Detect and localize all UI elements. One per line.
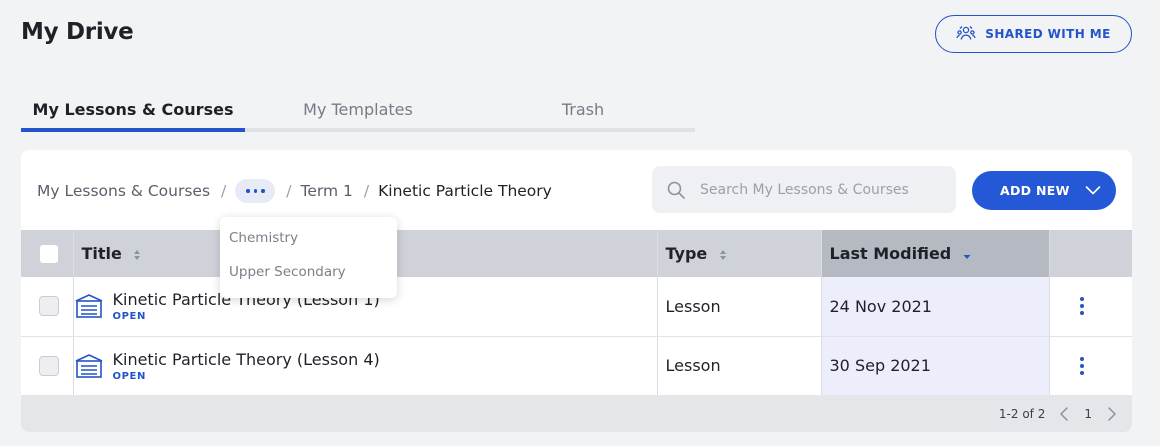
tab-bar: My Lessons & Courses My Templates Trash: [21, 90, 695, 132]
table-header-row: Title Type Last Modified: [21, 230, 1132, 277]
breadcrumb-current: Kinetic Particle Theory: [378, 182, 552, 200]
drive-panel: My Lessons & Courses / / Term 1 / Kineti…: [21, 150, 1132, 432]
type-cell: Lesson: [656, 277, 821, 337]
shared-with-me-label: SHARED WITH ME: [985, 27, 1111, 41]
column-header-type[interactable]: Type: [656, 230, 821, 277]
breadcrumb-menu-item[interactable]: Upper Secondary: [220, 259, 397, 293]
title-cell: Kinetic Particle Theory (Lesson 4) OPEN: [72, 336, 657, 396]
shared-with-me-button[interactable]: SHARED WITH ME: [935, 15, 1132, 53]
page-title: My Drive: [21, 19, 134, 45]
select-all-checkbox[interactable]: [39, 243, 59, 264]
select-all-cell: [21, 230, 73, 277]
row-select-cell: [21, 277, 73, 337]
breadcrumb-separator: /: [221, 182, 227, 200]
column-header-last-modified-label: Last Modified: [829, 244, 952, 263]
people-share-icon: [956, 26, 976, 40]
modified-cell: 30 Sep 2021: [820, 336, 1049, 396]
breadcrumb-root[interactable]: My Lessons & Courses: [37, 182, 210, 200]
search-box: [652, 166, 956, 213]
tab-my-lessons-courses[interactable]: My Lessons & Courses: [21, 90, 245, 132]
chevron-left-icon[interactable]: [1058, 406, 1070, 422]
breadcrumb-more-button[interactable]: [235, 179, 276, 203]
more-vertical-icon[interactable]: [1078, 297, 1086, 316]
tab-trash[interactable]: Trash: [471, 90, 695, 132]
sort-descending-icon: [963, 254, 971, 259]
lesson-icon: [75, 353, 102, 378]
row-checkbox[interactable]: [39, 296, 59, 317]
breadcrumb-term[interactable]: Term 1: [301, 182, 353, 200]
chevron-down-icon: [1085, 186, 1101, 195]
table-row[interactable]: Kinetic Particle Theory (Lesson 1) OPEN …: [21, 277, 1132, 337]
search-icon: [667, 181, 685, 199]
sort-icon: [134, 249, 141, 260]
add-new-button[interactable]: ADD NEW: [972, 171, 1116, 210]
modified-cell: 24 Nov 2021: [820, 277, 1049, 337]
more-vertical-icon[interactable]: [1078, 356, 1086, 375]
breadcrumb-menu-item[interactable]: Chemistry: [220, 225, 397, 259]
table-row[interactable]: Kinetic Particle Theory (Lesson 4) OPEN …: [21, 336, 1132, 396]
column-header-title-label: Title: [81, 244, 122, 263]
column-header-actions: [1048, 230, 1132, 277]
row-checkbox[interactable]: [39, 355, 59, 376]
breadcrumb-dropdown: Chemistry Upper Secondary: [220, 217, 397, 298]
pagination-bar: 1-2 of 2 1: [21, 395, 1132, 432]
breadcrumb-separator: /: [286, 182, 292, 200]
column-header-last-modified[interactable]: Last Modified: [820, 230, 1049, 277]
open-link[interactable]: OPEN: [113, 371, 380, 382]
lessons-table: Title Type Last Modified Kinetic Particl…: [21, 230, 1132, 396]
row-select-cell: [21, 336, 73, 396]
column-header-type-label: Type: [665, 244, 708, 263]
tab-my-templates[interactable]: My Templates: [245, 90, 471, 132]
sort-icon: [719, 249, 726, 260]
row-menu-cell: [1048, 336, 1132, 396]
breadcrumb: My Lessons & Courses / / Term 1 / Kineti…: [37, 178, 552, 204]
search-input[interactable]: [700, 181, 940, 198]
lesson-icon: [75, 294, 102, 319]
chevron-right-icon[interactable]: [1106, 406, 1118, 422]
row-menu-cell: [1048, 277, 1132, 337]
add-new-label: ADD NEW: [1000, 183, 1070, 198]
breadcrumb-separator: /: [363, 182, 370, 200]
open-link[interactable]: OPEN: [113, 311, 380, 322]
page-number[interactable]: 1: [1084, 407, 1092, 421]
ellipsis-icon: [246, 189, 250, 193]
pagination-range: 1-2 of 2: [998, 406, 1046, 421]
type-cell: Lesson: [656, 336, 821, 396]
lesson-title[interactable]: Kinetic Particle Theory (Lesson 4): [113, 350, 380, 369]
